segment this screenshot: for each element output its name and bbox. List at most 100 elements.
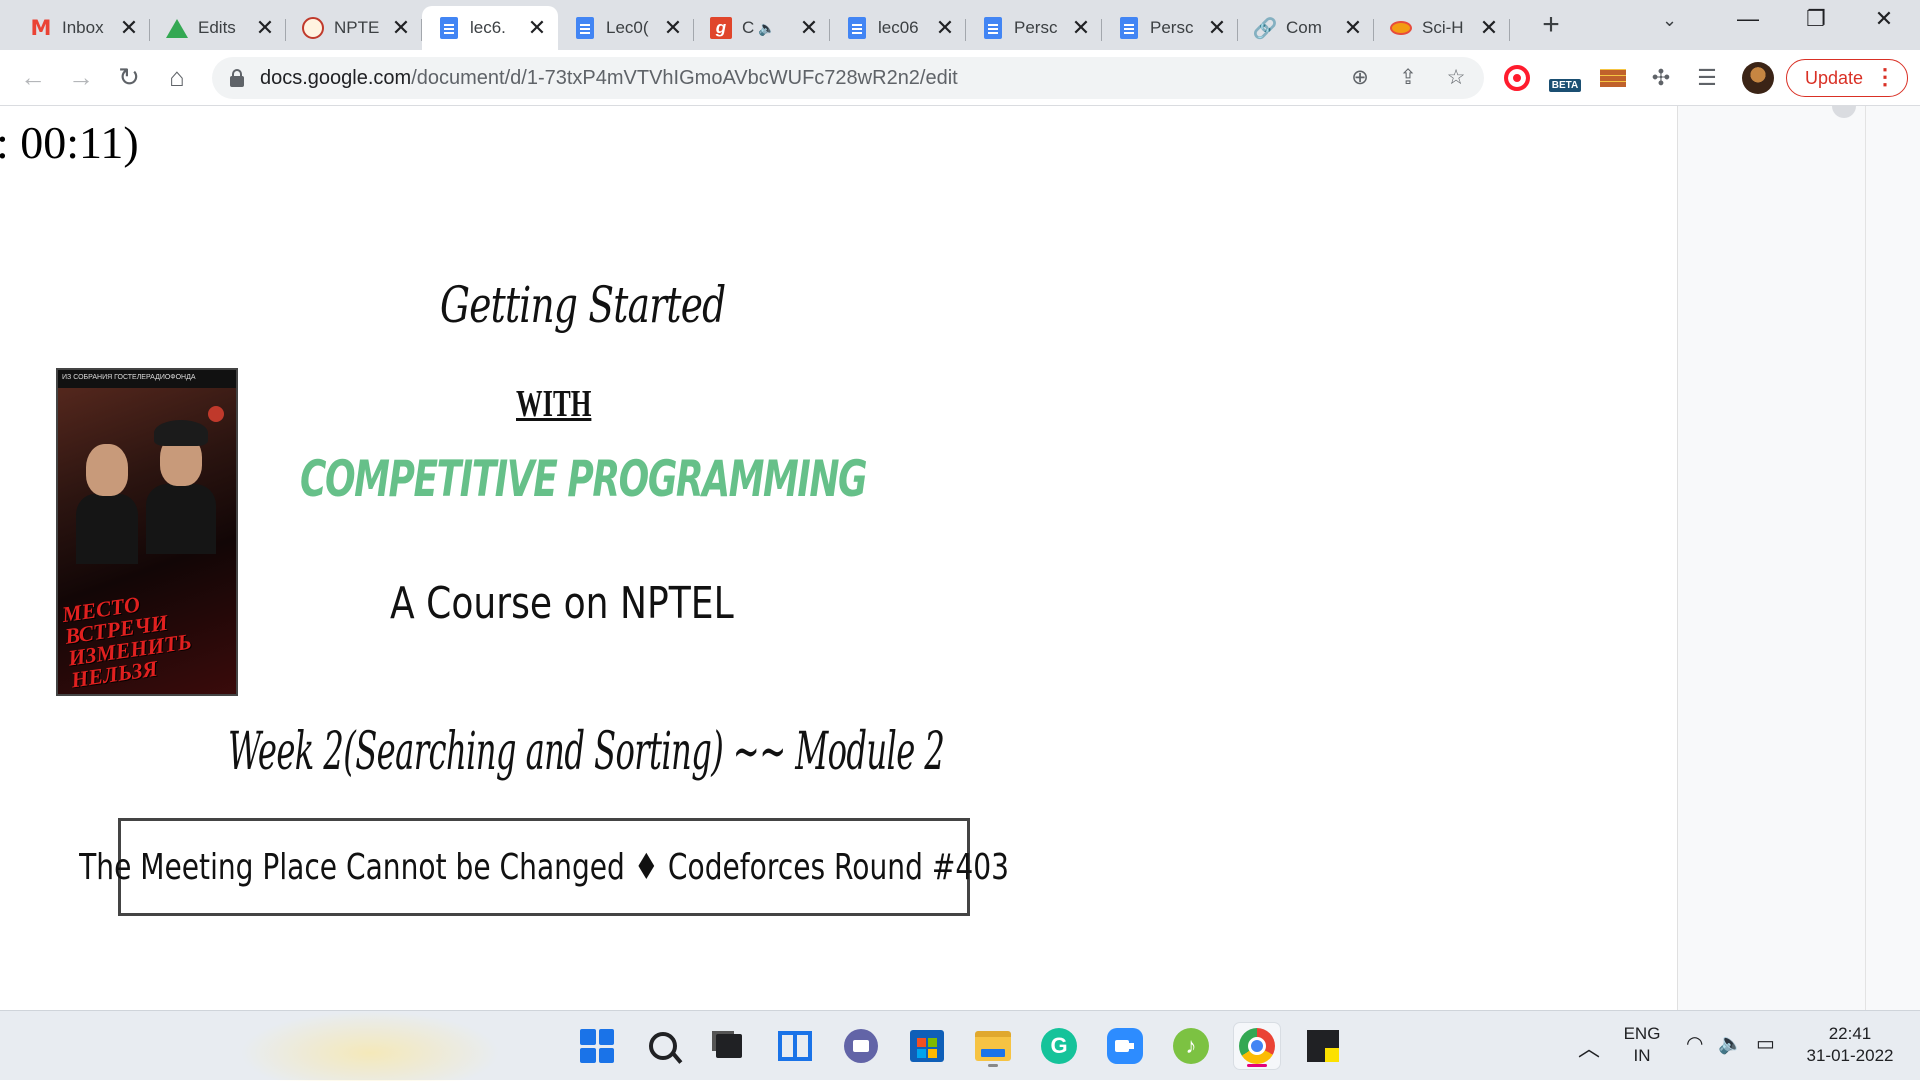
home-icon[interactable]: ⌂ [160,62,194,92]
gmail-icon: M [30,16,52,40]
sticky-notes-icon [1307,1030,1339,1062]
slide-title-competitive-programming: COMPETITIVE PROGRAMMING [300,450,868,508]
wifi-icon[interactable]: ◠ [1686,1031,1703,1056]
close-icon[interactable]: ✕ [118,17,140,39]
slide-subtitle: A Course on NPTEL [390,578,734,629]
link-icon: 🔗 [1252,17,1278,40]
tab-edits[interactable]: Edits ✕ [150,6,286,50]
close-icon[interactable]: ✕ [1206,17,1228,39]
close-icon[interactable]: ✕ [934,17,956,39]
green-app-button[interactable]: ♪ [1168,1023,1214,1069]
close-icon[interactable]: ✕ [254,17,276,39]
address-bar[interactable]: docs.google.com/document/d/1-73txP4mVTVh… [212,57,1484,99]
tab-title: Persc [1014,18,1058,37]
poster-figure-left [76,430,138,564]
file-explorer-icon [975,1031,1011,1061]
nptel-icon [302,17,324,39]
task-view-button[interactable] [706,1023,752,1069]
restore-icon[interactable]: ❐ [1796,6,1836,32]
sticky-notes-button[interactable] [1300,1023,1346,1069]
problem-title-box: The Meeting Place Cannot be Changed ♦ Co… [79,818,1009,916]
close-icon[interactable]: ✕ [662,17,684,39]
drive-icon [166,17,188,39]
system-clock[interactable]: 22:41 31-01-2022 [1800,1023,1900,1067]
chrome-button[interactable] [1234,1023,1280,1069]
scrollbar-track[interactable] [1865,106,1866,1010]
scihub-icon [1390,17,1412,39]
tab-persc-2[interactable]: Persc ✕ [1102,6,1238,50]
reload-icon[interactable]: ↻ [112,62,146,92]
taskbar-wallpaper-glow [240,1011,500,1081]
profile-avatar[interactable] [1742,62,1774,94]
poster-banner: ИЗ СОБРАНИЯ ГОСТЕЛЕРАДИОФОНДА [58,370,236,388]
extensions-puzzle-icon[interactable]: ✣ [1646,63,1676,93]
widgets-icon [778,1031,812,1061]
close-icon[interactable]: ✕ [1070,17,1092,39]
battery-icon[interactable]: ▭ [1756,1031,1775,1056]
start-button[interactable] [574,1023,620,1069]
new-tab-button[interactable]: + [1536,8,1566,42]
back-arrow-icon[interactable]: ← [16,62,50,92]
file-explorer-button[interactable] [970,1023,1016,1069]
tab-lec6-active[interactable]: lec6. ✕ [422,6,558,50]
tab-title: Edits [198,18,236,37]
microsoft-store-button[interactable] [904,1023,950,1069]
widgets-button[interactable] [772,1023,818,1069]
media-control-icon[interactable]: ☰ [1692,63,1722,93]
zoom-icon[interactable]: ⊕ [1346,65,1374,90]
teams-chat-button[interactable] [838,1023,884,1069]
tab-inbox[interactable]: M Inbox ✕ [14,6,150,50]
speaker-icon[interactable]: 🔈 [758,20,775,37]
tab-title: Lec0( [606,18,649,37]
tab-com[interactable]: 🔗 Com ✕ [1238,6,1374,50]
tab-title: Com [1286,18,1322,37]
share-icon[interactable]: ⇪ [1394,65,1422,90]
tab-persc-1[interactable]: Persc ✕ [966,6,1102,50]
slide-title-getting-started: Getting Started [440,276,726,334]
close-icon[interactable]: ✕ [798,17,820,39]
adblock-extension-icon[interactable] [1502,63,1532,93]
beta-label: BETA [1548,78,1582,92]
tab-lec0[interactable]: Lec0( ✕ [558,6,694,50]
volume-icon[interactable]: 🔈 [1718,1031,1743,1056]
brick-extension-icon[interactable] [1598,63,1628,93]
tab-g-app-audio[interactable]: g C 🔈 ✕ [694,6,830,50]
lock-icon[interactable] [230,69,244,87]
zoom-app-button[interactable] [1102,1023,1148,1069]
grammarly-button[interactable]: G [1036,1023,1082,1069]
url-text[interactable]: docs.google.com/document/d/1-73txP4mVTVh… [260,67,958,90]
url-path: /document/d/1-73txP4mVTVhIGmoAVbcWUFc728… [411,67,958,89]
tray-overflow-chevron-icon[interactable]: ︿ [1578,1031,1600,1063]
document-side-margin [1677,106,1920,1010]
tab-strip: M Inbox ✕ Edits ✕ NPTE ✕ lec6. ✕ Lec0( ✕… [0,0,1920,50]
language-indicator[interactable]: ENG IN [1620,1023,1664,1067]
clock-date: 31-01-2022 [1806,1046,1894,1065]
close-icon[interactable]: ✕ [390,17,412,39]
timestamp-fragment: : 00:11) [0,117,139,168]
tab-title: Inbox [62,18,104,37]
beta-extension-icon[interactable]: BETA [1548,63,1582,93]
close-icon[interactable]: ✕ [1342,17,1364,39]
tab-scihub[interactable]: Sci-H ✕ [1374,6,1510,50]
tab-lec06[interactable]: lec06 ✕ [830,6,966,50]
tab-search-chevron-icon[interactable]: ⌄ [1662,10,1677,31]
window-close-icon[interactable]: ✕ [1864,6,1904,32]
bookmark-star-icon[interactable]: ☆ [1442,65,1470,90]
slide-image: ИЗ СОБРАНИЯ ГОСТЕЛЕРАДИОФОНДА МЕСТО ВСТР… [0,266,1009,1010]
close-icon[interactable]: ✕ [1478,17,1500,39]
kebab-menu-icon[interactable]: ⋮ [1874,64,1896,90]
windows-taskbar: G ♪ ︿ ENG IN ◠ 🔈 ▭ 22:41 31-01-2022 [0,1010,1920,1081]
forward-arrow-icon[interactable]: → [64,62,98,92]
update-button[interactable]: Update ⋮ [1786,59,1908,97]
docs-icon [574,17,596,39]
close-icon[interactable]: ✕ [526,17,548,39]
docs-icon [438,17,460,39]
docs-icon [982,17,1004,39]
language-line-1: ENG [1623,1024,1661,1043]
tab-nptel[interactable]: NPTE ✕ [286,6,422,50]
taskbar-search-button[interactable] [640,1023,686,1069]
minimize-icon[interactable]: — [1728,6,1768,32]
docs-icon [846,17,868,39]
g-app-icon: g [710,17,732,39]
document-canvas[interactable]: : 00:11) ИЗ СОБРАНИЯ ГОСТЕЛЕРАДИОФОНДА М… [0,106,1920,1010]
